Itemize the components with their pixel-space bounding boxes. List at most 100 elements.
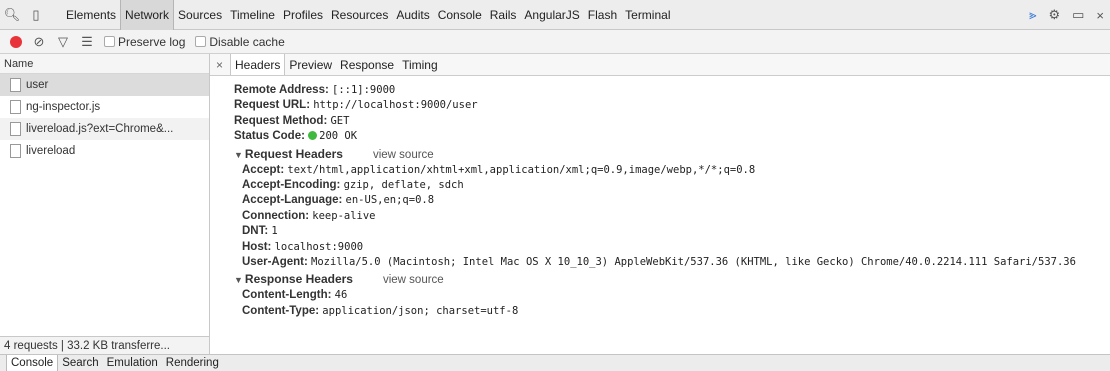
general-header: Status Code: 200 OK bbox=[234, 129, 1110, 144]
request-name: ng-inspector.js bbox=[26, 101, 101, 113]
file-icon bbox=[10, 100, 21, 114]
response-headers-title: Response Headers bbox=[244, 272, 353, 287]
panel-tabs: Elements Network Sources Timeline Profil… bbox=[62, 0, 675, 30]
header-value: text/html,application/xhtml+xml,applicat… bbox=[287, 163, 756, 176]
close-icon[interactable]: × bbox=[1096, 8, 1104, 23]
headers-view: Remote Address: [::1]:9000 Request URL: … bbox=[210, 76, 1110, 319]
header-key: Request URL: bbox=[234, 99, 311, 112]
view-source-link[interactable]: view source bbox=[373, 149, 434, 161]
request-name: livereload.js?ext=Chrome&... bbox=[26, 123, 174, 135]
tab-headers[interactable]: Headers bbox=[230, 54, 286, 75]
request-row[interactable]: livereload bbox=[0, 140, 209, 162]
disable-cache-checkbox[interactable]: Disable cache bbox=[195, 35, 285, 49]
network-toolbar: ⊘ ▽ ☰ Preserve log Disable cache bbox=[0, 30, 1110, 54]
disclosure-triangle-icon[interactable]: ▼ bbox=[234, 275, 243, 285]
drawer-tab-console[interactable]: Console bbox=[6, 354, 59, 371]
header-value: 1 bbox=[271, 225, 278, 238]
preserve-log-box[interactable] bbox=[104, 36, 115, 47]
tab-timeline[interactable]: Timeline bbox=[226, 0, 279, 30]
response-headers-section[interactable]: ▼ Response Headers view source bbox=[234, 271, 1110, 288]
request-name: user bbox=[26, 79, 49, 91]
preserve-log-checkbox[interactable]: Preserve log bbox=[104, 35, 185, 49]
drawer-tab-rendering[interactable]: Rendering bbox=[162, 355, 223, 371]
header-key: Request Method: bbox=[234, 114, 328, 127]
general-header: Request URL: http://localhost:9000/user bbox=[234, 98, 1110, 113]
request-header: User-Agent: Mozilla/5.0 (Macintosh; Inte… bbox=[234, 255, 1094, 270]
tab-console[interactable]: Console bbox=[434, 0, 486, 30]
search-icon[interactable]: 🔍︎ bbox=[0, 0, 24, 30]
drawer-toggle-icon[interactable]: ⪢ bbox=[1029, 7, 1036, 23]
header-value: gzip, deflate, sdch bbox=[343, 179, 464, 192]
header-value: Mozilla/5.0 (Macintosh; Intel Mac OS X 1… bbox=[311, 256, 1076, 269]
header-key: Accept: bbox=[242, 163, 285, 176]
status-ok-icon bbox=[308, 131, 318, 141]
devtools-tab-bar: 🔍︎ ▯ Elements Network Sources Timeline P… bbox=[0, 0, 1110, 30]
header-value: keep-alive bbox=[312, 209, 376, 222]
header-key: DNT: bbox=[242, 225, 269, 238]
filter-icon[interactable]: ▽ bbox=[56, 34, 70, 50]
tab-timing[interactable]: Timing bbox=[398, 54, 442, 75]
request-row[interactable]: livereload.js?ext=Chrome&... bbox=[0, 118, 209, 140]
header-key: Content-Type: bbox=[242, 304, 320, 317]
list-view-icon[interactable]: ☰ bbox=[80, 34, 94, 50]
header-value: localhost:9000 bbox=[274, 240, 364, 253]
disclosure-triangle-icon[interactable]: ▼ bbox=[234, 150, 243, 160]
details-tab-bar: × Headers Preview Response Timing bbox=[210, 54, 1110, 76]
tab-sources[interactable]: Sources bbox=[174, 0, 226, 30]
request-header: Connection: keep-alive bbox=[234, 209, 1110, 224]
header-key: Status Code: bbox=[234, 130, 305, 143]
requests-summary: 4 requests | 33.2 KB transferre... bbox=[0, 336, 209, 354]
clear-icon[interactable]: ⊘ bbox=[32, 34, 46, 50]
request-header: Host: localhost:9000 bbox=[234, 240, 1110, 255]
disable-cache-box[interactable] bbox=[195, 36, 207, 47]
header-value: GET bbox=[330, 114, 350, 127]
preserve-log-label: Preserve log bbox=[118, 34, 186, 49]
general-header: Remote Address: [::1]:9000 bbox=[234, 83, 1110, 98]
tab-resources[interactable]: Resources bbox=[327, 0, 392, 30]
close-details-icon[interactable]: × bbox=[216, 54, 230, 75]
file-icon bbox=[10, 144, 21, 158]
gear-icon[interactable]: ⚙ bbox=[1048, 7, 1060, 23]
file-icon bbox=[10, 122, 21, 136]
topbar-actions: ⪢ ⚙ ▭ × bbox=[1029, 0, 1104, 30]
request-header: Accept: text/html,application/xhtml+xml,… bbox=[234, 163, 1110, 178]
file-icon bbox=[10, 78, 21, 92]
view-source-link[interactable]: view source bbox=[383, 274, 444, 286]
tab-audits[interactable]: Audits bbox=[392, 0, 433, 30]
general-header: Request Method: GET bbox=[234, 114, 1110, 129]
name-column-header[interactable]: Name bbox=[0, 54, 209, 74]
tab-elements[interactable]: Elements bbox=[62, 0, 120, 30]
header-value: [::1]:9000 bbox=[332, 84, 396, 96]
request-header: Accept-Language: en-US,en;q=0.8 bbox=[234, 193, 1110, 208]
header-key: Host: bbox=[242, 240, 272, 253]
drawer-tab-emulation[interactable]: Emulation bbox=[103, 355, 162, 371]
device-mode-icon[interactable]: ▯ bbox=[24, 0, 48, 30]
request-headers-section[interactable]: ▼ Request Headers view source bbox=[234, 146, 1110, 163]
tab-flash[interactable]: Flash bbox=[584, 0, 621, 30]
requests-list: Name user ng-inspector.js livereload.js?… bbox=[0, 54, 210, 354]
tab-angularjs[interactable]: AngularJS bbox=[520, 0, 583, 30]
header-value: application/json; charset=utf-8 bbox=[322, 304, 519, 317]
request-header: Accept-Encoding: gzip, deflate, sdch bbox=[234, 178, 1110, 193]
tab-profiles[interactable]: Profiles bbox=[279, 0, 327, 30]
header-key: Connection: bbox=[242, 209, 310, 222]
request-row[interactable]: user bbox=[0, 74, 209, 96]
tab-network[interactable]: Network bbox=[120, 0, 175, 30]
response-header: Content-Type: application/json; charset=… bbox=[234, 304, 1110, 319]
dock-icon[interactable]: ▭ bbox=[1072, 7, 1084, 23]
header-value: 46 bbox=[334, 289, 348, 302]
request-name: livereload bbox=[26, 145, 76, 157]
header-value: http://localhost:9000/user bbox=[313, 99, 478, 112]
drawer-tab-search[interactable]: Search bbox=[58, 355, 102, 371]
header-value: 200 OK bbox=[319, 130, 358, 143]
header-key: Content-Length: bbox=[242, 289, 332, 302]
header-key: User-Agent: bbox=[242, 256, 308, 269]
request-details: × Headers Preview Response Timing Remote… bbox=[210, 54, 1110, 354]
tab-terminal[interactable]: Terminal bbox=[621, 0, 674, 30]
request-row[interactable]: ng-inspector.js bbox=[0, 96, 209, 118]
tab-response[interactable]: Response bbox=[336, 54, 398, 75]
header-key: Accept-Encoding: bbox=[242, 179, 341, 192]
record-icon[interactable] bbox=[10, 35, 22, 48]
tab-rails[interactable]: Rails bbox=[486, 0, 521, 30]
tab-preview[interactable]: Preview bbox=[285, 54, 336, 75]
